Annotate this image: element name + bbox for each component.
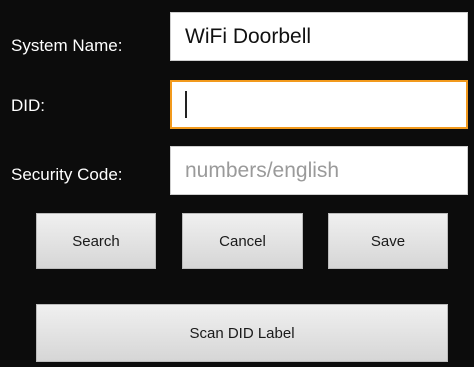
- search-button[interactable]: Search: [36, 213, 156, 269]
- add-device-form: System Name: WiFi Doorbell DID: Security…: [0, 0, 474, 367]
- system-name-label: System Name:: [11, 36, 123, 55]
- scan-did-label-button[interactable]: Scan DID Label: [36, 304, 448, 362]
- system-name-field[interactable]: WiFi Doorbell: [170, 12, 468, 61]
- security-code-placeholder: numbers/english: [185, 158, 340, 182]
- text-caret: [185, 91, 187, 118]
- system-name-value: WiFi Doorbell: [185, 24, 312, 48]
- save-button[interactable]: Save: [328, 213, 448, 269]
- security-code-field[interactable]: numbers/english: [170, 146, 468, 195]
- security-code-label: Security Code:: [11, 165, 123, 184]
- did-field[interactable]: [170, 80, 468, 129]
- cancel-button[interactable]: Cancel: [182, 213, 303, 269]
- did-label: DID:: [11, 96, 45, 115]
